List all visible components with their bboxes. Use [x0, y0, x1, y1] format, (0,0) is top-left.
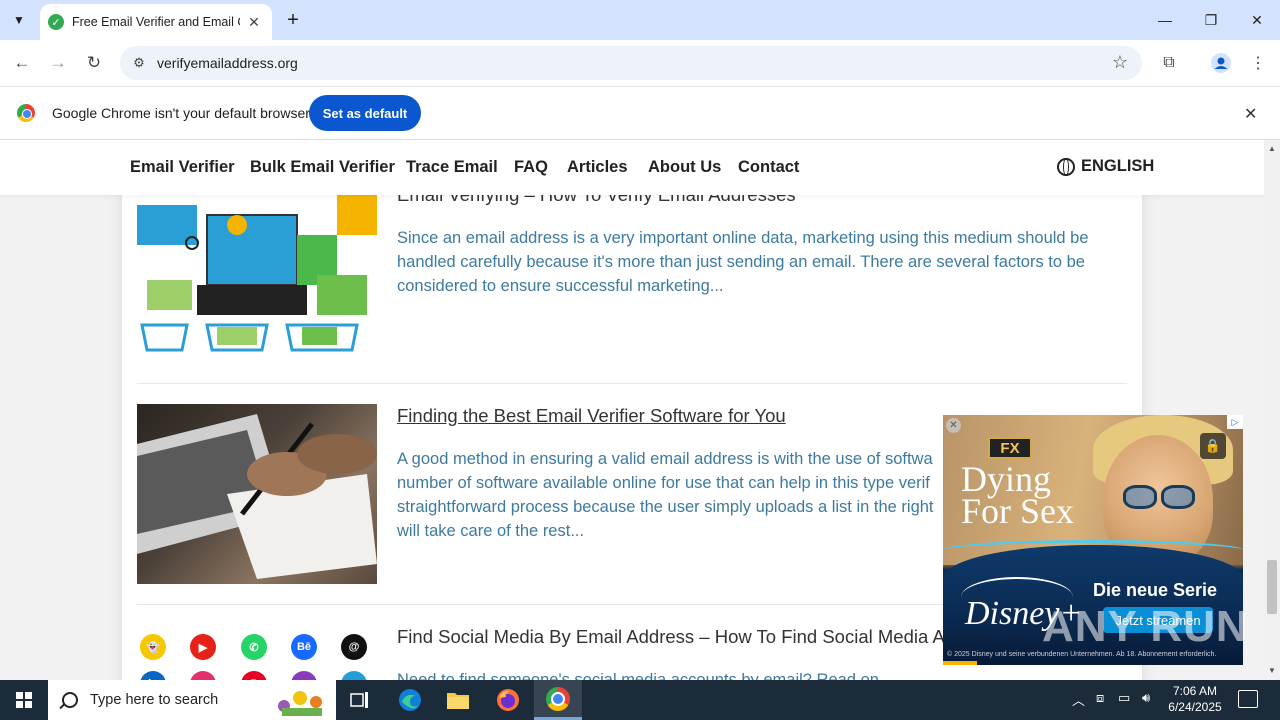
- nav-contact[interactable]: Contact: [738, 158, 799, 177]
- infobar-message: Google Chrome isn't your default browser: [52, 105, 310, 121]
- network-icon[interactable]: ▭: [1118, 690, 1130, 706]
- excerpt-line: handled carefully because it's more than…: [397, 253, 1085, 271]
- chrome-taskbar-icon[interactable]: [534, 680, 582, 720]
- whatsapp-icon: ✆: [241, 634, 267, 660]
- language-selector[interactable]: ENGLISH: [1057, 157, 1154, 176]
- system-clock[interactable]: 7:06 AM 6/24/2025: [1160, 683, 1230, 715]
- ad-tagline: Die neue Serie: [1093, 580, 1218, 600]
- article-thumbnail-laptop-writing[interactable]: [137, 404, 377, 584]
- article-divider: [137, 383, 1127, 384]
- instagram-icon: ◎: [190, 671, 216, 680]
- scrollbar-thumb[interactable]: [1267, 560, 1277, 614]
- article-excerpt: Need to find someone's social media acco…: [397, 668, 1117, 680]
- excerpt-line: considered to ensure successful marketin…: [397, 277, 724, 295]
- ad-choices-icon[interactable]: ▷: [1227, 415, 1243, 429]
- nav-faq[interactable]: FAQ: [514, 158, 548, 177]
- excerpt-line: Since an email address is a very importa…: [397, 229, 1089, 247]
- behance-icon: Bē: [291, 634, 317, 660]
- ad-arc-decoration: [943, 540, 1243, 560]
- edge-browser-icon[interactable]: [386, 680, 434, 720]
- ad-title: Dying For Sex: [961, 461, 1075, 531]
- article-thumbnail-social-icons[interactable]: 👻 ▶ ✆ Bē @ in ◎ P ◧ ➤: [137, 625, 377, 680]
- favicon-check-icon: ✓: [48, 14, 64, 30]
- browser-toolbar: ← → ↻ ⚙ verifyemailaddress.org ☆ ⧉ ⋮: [0, 40, 1280, 86]
- search-highlight-flowers-icon: [278, 691, 322, 716]
- new-tab-plus-icon[interactable]: +: [282, 9, 304, 31]
- anyrun-watermark: ANY RUN: [1042, 602, 1249, 651]
- fx-logo: FX: [988, 437, 1032, 459]
- ad-close-icon[interactable]: ✕: [946, 418, 961, 433]
- tab-close-icon[interactable]: ✕: [244, 12, 264, 32]
- back-arrow-icon[interactable]: ←: [8, 49, 36, 77]
- page-scrollbar[interactable]: ▲ ▼: [1264, 140, 1280, 680]
- lock-icon: 🔒: [1200, 433, 1226, 459]
- nav-trace-email[interactable]: Trace Email: [406, 158, 498, 177]
- chrome-logo-icon: [17, 104, 35, 122]
- article-title-link[interactable]: Find Social Media By Email Address – How…: [397, 626, 945, 648]
- address-bar[interactable]: ⚙ verifyemailaddress.org ☆: [120, 46, 1142, 80]
- forward-arrow-icon[interactable]: →: [44, 49, 72, 77]
- nav-email-verifier[interactable]: Email Verifier: [130, 158, 235, 177]
- site-navigation: Email Verifier Bulk Email Verifier Trace…: [0, 140, 1264, 195]
- clock-date: 6/24/2025: [1168, 700, 1222, 714]
- ad-fine-print: © 2025 Disney und seine verbundenen Unte…: [947, 651, 1217, 658]
- tray-device-icon[interactable]: ⧈: [1096, 690, 1104, 706]
- ad-progress-bar: [943, 661, 977, 665]
- bookmark-star-icon[interactable]: ☆: [1112, 52, 1128, 73]
- nav-about-us[interactable]: About Us: [648, 158, 721, 177]
- scroll-up-arrow-icon[interactable]: ▲: [1268, 144, 1276, 153]
- linkedin-icon: in: [140, 671, 166, 680]
- youtube-icon: ▶: [190, 634, 216, 660]
- scroll-down-arrow-icon[interactable]: ▼: [1268, 666, 1276, 675]
- windows-logo-icon: [16, 692, 32, 708]
- tab-search-chevron-icon[interactable]: ▼: [6, 7, 32, 33]
- article-thumbnail-email-machine[interactable]: [137, 195, 377, 362]
- start-button[interactable]: [0, 680, 48, 720]
- clock-time: 7:06 AM: [1172, 684, 1218, 698]
- nav-bulk-email-verifier[interactable]: Bulk Email Verifier: [250, 158, 395, 177]
- excerpt-line: Need to find someone's social media acco…: [397, 671, 879, 680]
- taskbar-search[interactable]: Type here to search: [48, 680, 336, 720]
- tab-title: Free Email Verifier and Email Ch: [72, 15, 240, 29]
- tab-strip: ▼ ✓ Free Email Verifier and Email Ch ✕ +…: [0, 0, 1280, 40]
- task-view-icon[interactable]: [336, 680, 384, 720]
- pinterest-icon: P: [241, 671, 267, 680]
- profile-avatar-icon[interactable]: [1207, 49, 1235, 77]
- volume-icon[interactable]: 🔊︎: [1142, 690, 1150, 706]
- set-as-default-button[interactable]: Set as default: [309, 95, 421, 131]
- url-text: verifyemailaddress.org: [157, 55, 298, 71]
- minimize-icon[interactable]: —: [1142, 0, 1188, 40]
- search-icon: [62, 692, 78, 708]
- nav-articles[interactable]: Articles: [567, 158, 628, 177]
- restore-icon[interactable]: ❐: [1188, 0, 1234, 40]
- extensions-puzzle-icon[interactable]: ⧉: [1155, 49, 1183, 77]
- site-info-icon[interactable]: ⚙: [130, 54, 148, 72]
- reload-icon[interactable]: ↻: [80, 49, 108, 77]
- globe-icon: [1057, 157, 1075, 176]
- firefox-icon[interactable]: [484, 680, 532, 720]
- search-placeholder: Type here to search: [90, 692, 219, 708]
- twitch-icon: ◧: [291, 671, 317, 680]
- window-close-icon[interactable]: ✕: [1234, 0, 1280, 40]
- ad-title-line: For Sex: [961, 491, 1075, 531]
- snapchat-icon: 👻: [140, 634, 166, 660]
- telegram-icon: ➤: [341, 671, 367, 680]
- browser-tab[interactable]: ✓ Free Email Verifier and Email Ch ✕: [40, 4, 272, 40]
- language-label: ENGLISH: [1081, 157, 1155, 175]
- article-title-link[interactable]: Finding the Best Email Verifier Software…: [397, 405, 786, 427]
- infobar-close-icon[interactable]: ✕: [1244, 104, 1257, 124]
- menu-kebab-icon[interactable]: ⋮: [1244, 49, 1272, 77]
- windows-taskbar: Type here to search ︿ ⧈ ▭ 🔊︎ 7:06 AM 6/2…: [0, 680, 1280, 720]
- ad-sunglasses: [1123, 485, 1195, 509]
- threads-icon: @: [341, 634, 367, 660]
- article-excerpt: Since an email address is a very importa…: [397, 226, 1117, 298]
- notification-center-icon[interactable]: [1238, 690, 1258, 708]
- chrome-logo-icon: [546, 686, 570, 711]
- tray-chevron-up-icon[interactable]: ︿: [1072, 690, 1085, 709]
- file-explorer-icon[interactable]: [434, 680, 482, 720]
